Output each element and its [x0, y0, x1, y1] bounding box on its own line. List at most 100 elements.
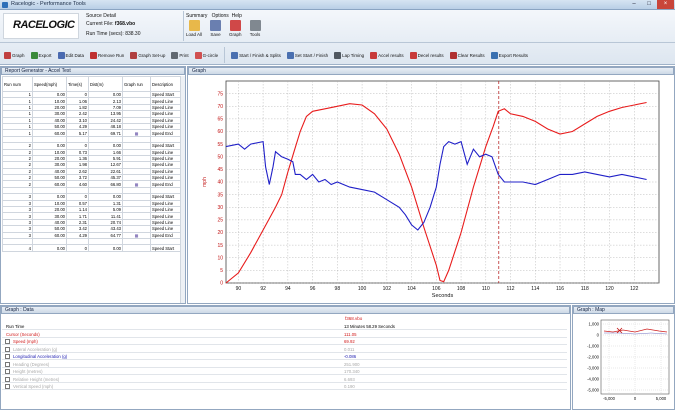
data-row-label: Speed (mph) — [13, 339, 38, 344]
graph-small-icon — [4, 51, 11, 59]
start-finish-splits-button[interactable]: Start / Finish & Splits — [231, 51, 281, 59]
decel-icon — [409, 51, 417, 59]
data-row-value: 111.05 — [344, 331, 357, 337]
report-column-header[interactable]: Speed(mph) — [32, 76, 67, 92]
data-row[interactable]: Height (metres) 170.340 — [2, 368, 567, 376]
channel-checkbox[interactable] — [5, 361, 10, 367]
tools-button[interactable]: Tools — [249, 20, 261, 37]
toolbar: Graph Export Edit Data Remove Run Graph Set-… — [4, 45, 528, 65]
edit-data-button[interactable]: Edit Data — [57, 51, 84, 59]
data-row[interactable]: Speed (mph) 69.92 — [2, 338, 567, 346]
x-tick-label: 122 — [630, 286, 639, 292]
graph-button[interactable]: Graph — [229, 20, 242, 37]
x-tick-label: 118 — [581, 286, 589, 292]
edit-icon — [57, 51, 65, 59]
report-column-header[interactable]: Description — [150, 76, 183, 92]
data-row[interactable]: Vertical Speed (mph) 0.190 — [2, 383, 567, 391]
map-x-tick: 5,000 — [656, 396, 667, 401]
y-tick-label: 15 — [217, 243, 223, 249]
y-tick-label: 5 — [220, 268, 223, 274]
accel-results-button[interactable]: Accel results — [370, 51, 404, 59]
close-button[interactable]: × — [657, 0, 674, 9]
export-results-icon — [490, 51, 498, 59]
current-file-value: f368.vbo — [114, 21, 136, 27]
lap-timing-button[interactable]: Lap Timing — [334, 51, 364, 59]
report-scrollbar[interactable] — [180, 76, 185, 303]
racelogic-logo: RACELOGIC — [3, 13, 79, 39]
decel-results-button[interactable]: Decel results — [409, 51, 444, 59]
report-header-row: Run num Speed(mph) Time(s) Dist(m) Graph run… — [2, 76, 183, 92]
graph-setup-icon — [130, 51, 138, 59]
report-column-header[interactable]: Dist(m) — [88, 76, 123, 92]
report-generator-title: Report Generator - Accel Test — [1, 67, 185, 75]
current-file: Current File: f368.vbo — [86, 21, 135, 27]
data-row[interactable]: Heading (Degrees) 251.900 — [2, 361, 567, 368]
map-y-tick: -3,000 — [587, 366, 600, 371]
channel-checkbox[interactable] — [5, 339, 10, 344]
graph-button[interactable]: Graph — [4, 51, 25, 59]
data-row-label: Cursor (Seconds) — [6, 331, 40, 337]
table-row[interactable]: 4 0.00 0 0.00 Speed Start — [2, 244, 183, 252]
x-tick-label: 100 — [358, 286, 367, 292]
export-button[interactable]: Export — [30, 51, 52, 59]
y-tick-label: 30 — [217, 205, 223, 211]
channel-checkbox[interactable] — [5, 369, 10, 374]
channel-checkbox[interactable] — [5, 384, 10, 389]
menu-summary[interactable]: Summary — [186, 13, 207, 19]
y-tick-label: 20 — [217, 230, 223, 236]
report-table: Run num Speed(mph) Time(s) Dist(m) Graph run… — [2, 76, 183, 252]
track-map[interactable]: 1,000 0 -1,000 -2,000 -3,000 -4,000 -5,000-5,0… — [573, 314, 674, 409]
ribbon-divider — [183, 11, 184, 41]
graph-run-cell — [122, 244, 151, 252]
map-y-tick: -5,000 — [587, 388, 600, 393]
app-icon — [2, 2, 8, 8]
set-start-icon — [286, 51, 294, 59]
g-circle-icon — [194, 51, 202, 59]
speed-chart[interactable]: 90 92 94 96 98 100 102 104 106 108 110 112 114 116 118… — [188, 75, 674, 303]
maximize-button[interactable]: □ — [642, 0, 656, 9]
menu-options[interactable]: Options — [212, 13, 229, 19]
tools-icon — [249, 20, 261, 31]
data-row[interactable]: Longitudinal Acceleration (g) -0.086 — [2, 353, 567, 361]
report-column-header[interactable]: Time(s) — [66, 76, 89, 92]
y-tick-label: 50 — [217, 154, 223, 160]
run-time: Run Time (secs): 838.30 — [86, 31, 140, 37]
channel-checkbox[interactable] — [5, 376, 10, 382]
export-results-button[interactable]: Export Results — [490, 51, 528, 59]
lap-timing-icon — [334, 51, 342, 59]
report-column-header[interactable]: Run num — [2, 76, 33, 92]
data-row-label: Run Time — [6, 324, 25, 329]
data-row-label: Relative Height (metres) — [13, 376, 60, 382]
toolbar-divider — [224, 47, 226, 63]
y-tick-label: 25 — [217, 218, 223, 224]
load-all-button[interactable]: Load All — [186, 20, 202, 37]
remove-icon — [90, 51, 98, 59]
graph-set-up-button[interactable]: Graph Set-up — [130, 51, 165, 59]
channel-checkbox[interactable] — [5, 354, 10, 359]
data-row-label: Vertical Speed (mph) — [13, 384, 54, 389]
minimize-button[interactable]: – — [627, 0, 641, 9]
y-tick-label: 10 — [217, 255, 223, 261]
table-cell: 4 — [2, 244, 33, 252]
x-tick-label: 102 — [383, 286, 392, 292]
data-row[interactable]: Run Time 13 Minutes 58.29 Seconds — [2, 323, 567, 331]
save-button[interactable]: Save — [210, 20, 222, 37]
map-y-tick: -2,000 — [587, 355, 600, 360]
current-file-label: Current File: — [86, 21, 114, 27]
menu-help[interactable]: Help — [232, 13, 242, 19]
print-button[interactable]: Print — [171, 51, 189, 59]
remove-run-button[interactable]: Remove Run — [90, 51, 124, 59]
table-cell: 0 — [66, 244, 89, 252]
set-start-finish-button[interactable]: Set Start / Finish — [286, 51, 328, 59]
big-buttons: Load All Save Graph Tools — [186, 20, 261, 37]
g-circle-button[interactable]: G-circle — [194, 51, 218, 59]
data-row[interactable]: Relative Height (metres) 6.693 — [2, 376, 567, 383]
report-column-header[interactable]: Graph run — [122, 76, 151, 92]
data-row[interactable]: Lateral Acceleration (g) 0.011 — [2, 346, 567, 353]
channel-checkbox[interactable] — [5, 346, 10, 352]
data-row[interactable]: Cursor (Seconds) 111.05 — [2, 331, 567, 338]
y-tick-label: 65 — [217, 117, 223, 123]
map-y-tick: -4,000 — [587, 377, 600, 382]
clear-results-button[interactable]: Clear Results — [449, 51, 485, 59]
data-row-label: Longitudinal Acceleration (g) — [13, 354, 68, 359]
